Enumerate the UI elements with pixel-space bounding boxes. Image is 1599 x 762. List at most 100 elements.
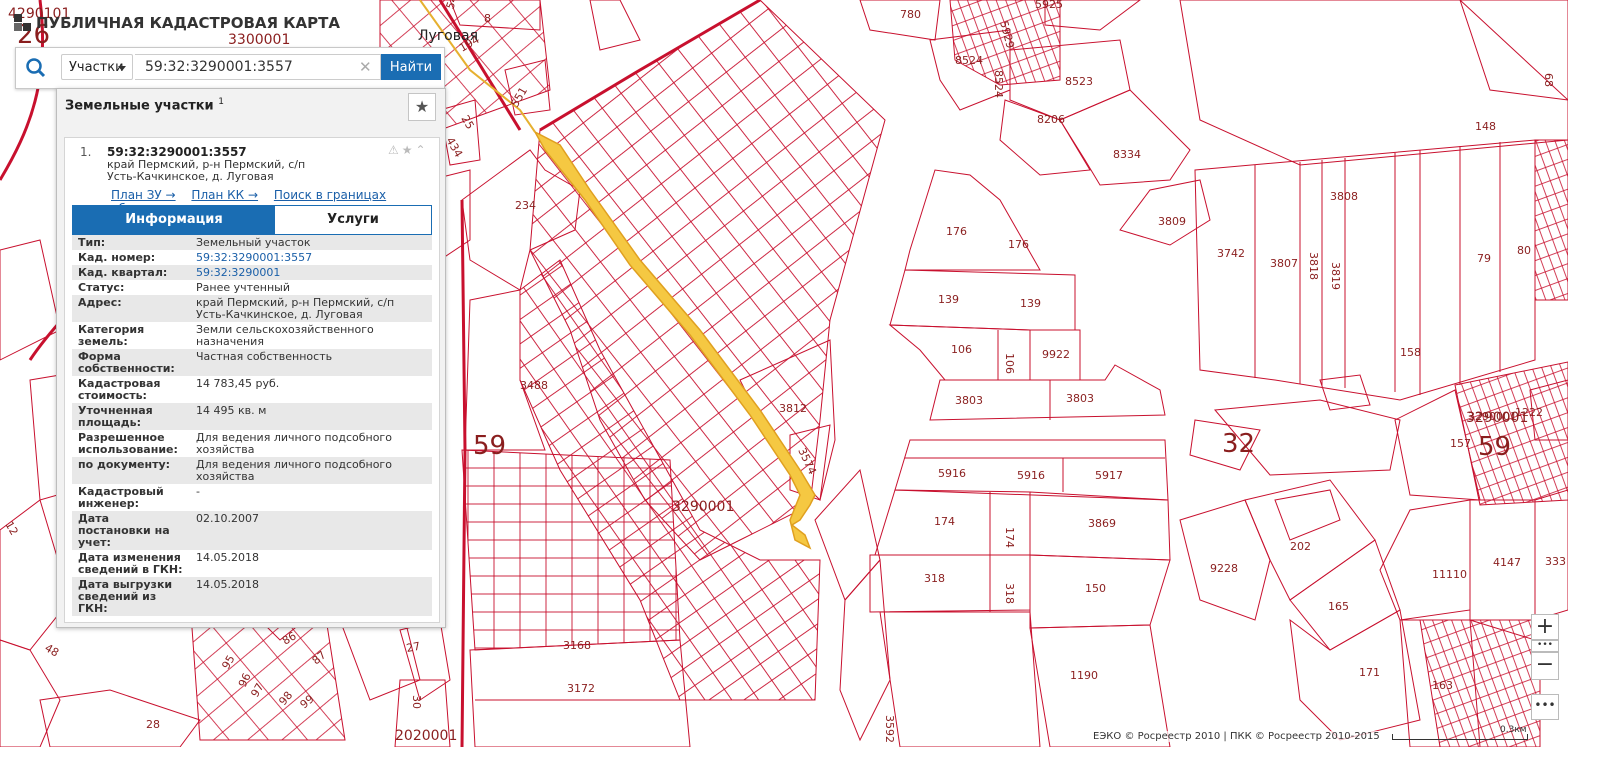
map-label: 12: [2, 519, 20, 538]
info-row: Форма собственности: Частная собственност…: [72, 349, 432, 376]
map-label: 165: [1328, 600, 1349, 613]
map-label: 4147: [1493, 556, 1521, 569]
info-row: Адрес: край Пермский, р-н Пермский, с/п У…: [72, 295, 432, 322]
info-value: 14.05.2018: [196, 551, 259, 564]
result-tabs: Информация Услуги: [72, 205, 432, 235]
map-label: 3592: [883, 715, 896, 743]
info-key: Дата изменения сведений в ГКН:: [78, 551, 183, 576]
info-value: 02.10.2007: [196, 512, 259, 525]
map-label: 3809: [1158, 215, 1186, 228]
search-type-label: Участки: [69, 60, 124, 75]
info-value: Для ведения личного подсобного хозяйства: [196, 431, 392, 456]
info-value: Ранее учтенный: [196, 281, 290, 294]
info-key: Уточненная площадь:: [78, 404, 153, 429]
info-value-link[interactable]: 59:32:3290001:3557: [196, 251, 312, 264]
map-label: 174: [1003, 527, 1016, 548]
info-value: Земельный участок: [196, 236, 311, 249]
map-label: 176: [946, 225, 967, 238]
info-row: Дата выгрузки сведений из ГКН: 14.05.2018: [72, 577, 432, 616]
star-icon: ★: [414, 97, 430, 116]
map-label: 8334: [1113, 148, 1141, 161]
map-label: 11110: [1432, 568, 1467, 581]
map-label: 3488: [520, 379, 548, 392]
info-value[interactable]: 59:32:3290001: [190, 265, 432, 280]
map-label: 3818: [1307, 252, 1320, 280]
map-label: 3807: [1270, 257, 1298, 270]
map-label: 79: [1477, 252, 1491, 265]
map-label: 8: [484, 12, 491, 25]
scale-label: 0.3км: [1500, 725, 1527, 735]
tab-services[interactable]: Услуги: [275, 206, 431, 234]
map-label: 3300001: [228, 32, 290, 48]
map-label: 1190: [1070, 669, 1098, 682]
info-value[interactable]: 59:32:3290001:3557: [190, 250, 432, 265]
info-row: Дата постановки на учет: 02.10.2007: [72, 511, 432, 550]
results-count: 1: [218, 97, 224, 107]
map-label: 28: [146, 718, 160, 731]
map-label: 5916: [1017, 469, 1045, 482]
rosreestr-logo-icon: [14, 14, 32, 32]
map-label: 3803: [1066, 392, 1094, 405]
map-label: 174: [934, 515, 955, 528]
info-key: Форма собственности:: [78, 350, 175, 375]
search-icon[interactable]: [22, 54, 50, 82]
panel-title-text: Земельные участки: [65, 98, 214, 114]
tab-info[interactable]: Информация: [73, 206, 275, 234]
info-row: Кад. квартал: 59:32:3290001: [72, 265, 432, 280]
map-label: 5925: [1035, 0, 1063, 11]
result-index: 1.: [80, 145, 92, 159]
favorite-star-button[interactable]: ★: [408, 93, 436, 121]
zoom-more-button[interactable]: •••: [1531, 640, 1559, 652]
map-label: 157: [1450, 437, 1471, 450]
clear-icon[interactable]: ✕: [359, 58, 372, 76]
map-label: 3290001: [1466, 410, 1528, 426]
zoom-out-button[interactable]: −: [1531, 652, 1559, 680]
map-label: 3290001: [672, 499, 734, 515]
info-row: Категория земель: Земли сельскохозяйствен…: [72, 322, 432, 349]
info-key: Кад. номер:: [78, 251, 156, 264]
map-label: 27: [405, 640, 421, 655]
panel-title: Земельные участки 1: [65, 97, 224, 113]
copyright: ЕЭКО © Росреестр 2010 | ПКК © Росреестр …: [1090, 731, 1383, 742]
plan-kk-link[interactable]: План КК →: [191, 188, 258, 202]
more-tools-button[interactable]: •••: [1531, 694, 1559, 720]
map-label: Луговая: [418, 28, 478, 44]
info-key: Кадастровая стоимость:: [78, 377, 161, 402]
plan-zu-link[interactable]: План ЗУ →: [111, 188, 176, 202]
star-icon[interactable]: ★: [402, 143, 416, 157]
info-value: 14 495 кв. м: [196, 404, 267, 417]
info-row: по документу: Для ведения личного подсобн…: [72, 457, 432, 484]
map-label: 80: [1517, 244, 1531, 257]
map-label: 9228: [1210, 562, 1238, 575]
map-label: 148: [1475, 120, 1496, 133]
info-value: 14.05.2018: [196, 578, 259, 591]
map-label: 150: [1085, 582, 1106, 595]
map-label: 9922: [1042, 348, 1070, 361]
search-type-select[interactable]: Участки: [61, 54, 133, 80]
info-key: Кадастровый инженер:: [78, 485, 164, 510]
zoom-in-button[interactable]: +: [1531, 614, 1559, 640]
info-key: Тип:: [78, 236, 106, 249]
map-label: 171: [1359, 666, 1380, 679]
map-label: 68: [1542, 73, 1555, 87]
info-key: Разрешенное использование:: [78, 431, 178, 456]
map-label: 8206: [1037, 113, 1065, 126]
map-label: 176: [1008, 238, 1029, 251]
info-row: Разрешенное использование: Для ведения ли…: [72, 430, 432, 457]
card-actions: ⚠★⌃: [388, 143, 429, 157]
result-address: край Пермский, р-н Пермский, с/п Усть-Ка…: [107, 158, 306, 183]
info-key: Кад. квартал:: [78, 266, 168, 279]
map-label: 2020001: [395, 728, 457, 744]
info-value-link[interactable]: 59:32:3290001: [196, 266, 280, 279]
map-label: 139: [1020, 297, 1041, 310]
info-row: Уточненная площадь: 14 495 кв. м: [72, 403, 432, 430]
warning-icon[interactable]: ⚠: [388, 143, 402, 157]
result-cad-number[interactable]: 59:32:3290001:3557: [107, 145, 247, 159]
search-input[interactable]: [135, 54, 381, 80]
map-label: 8524: [992, 70, 1005, 98]
map-label: 59: [1478, 432, 1511, 462]
result-card: 1. 59:32:3290001:3557 край Пермский, р-н…: [64, 137, 440, 623]
info-value: -: [196, 485, 200, 498]
find-button[interactable]: Найти: [381, 54, 441, 80]
chevron-up-icon[interactable]: ⌃: [416, 143, 429, 157]
